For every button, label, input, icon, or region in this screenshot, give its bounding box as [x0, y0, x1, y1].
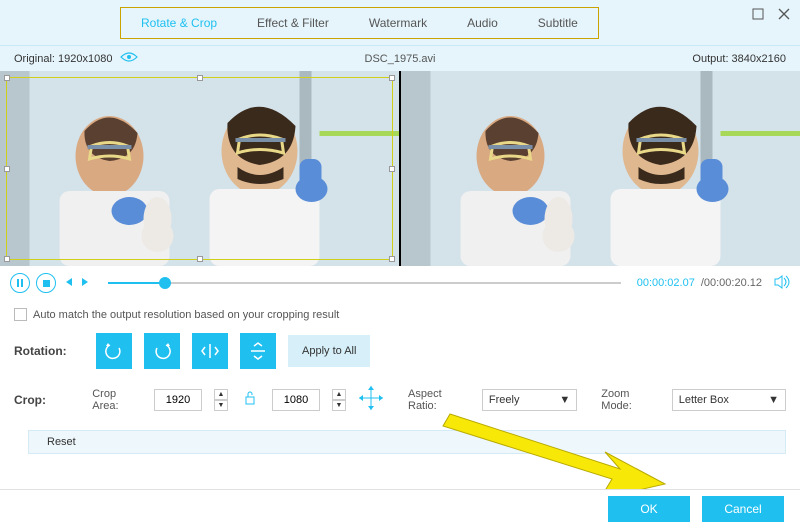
tab-rotate-crop[interactable]: Rotate & Crop	[141, 16, 217, 30]
tab-effect-filter[interactable]: Effect & Filter	[257, 16, 329, 30]
tab-subtitle[interactable]: Subtitle	[538, 16, 578, 30]
rotate-right-button[interactable]	[144, 333, 180, 369]
aspect-ratio-select[interactable]: Freely▼	[482, 389, 577, 411]
preview-eye-icon[interactable]	[120, 51, 138, 66]
crop-width-input[interactable]	[154, 389, 202, 411]
preview-area	[0, 71, 800, 266]
seek-slider[interactable]	[108, 282, 621, 284]
original-resolution-label: Original: 1920x1080	[14, 53, 112, 65]
rotation-label: Rotation:	[14, 344, 84, 358]
current-time-label: 00:00:02.07	[637, 277, 695, 289]
zoom-mode-label: Zoom Mode:	[601, 388, 659, 412]
ok-button[interactable]: OK	[608, 496, 690, 522]
minimize-button[interactable]	[752, 8, 764, 23]
close-button[interactable]	[778, 8, 790, 23]
tabs-highlight-box: Rotate & Crop Effect & Filter Watermark …	[120, 7, 599, 39]
output-preview-pane	[401, 71, 800, 266]
crop-height-spinner[interactable]: ▲▼	[332, 389, 346, 411]
aspect-ratio-label: Aspect Ratio:	[408, 388, 470, 412]
filename-label: DSC_1975.avi	[365, 53, 436, 65]
rotate-left-button[interactable]	[96, 333, 132, 369]
apply-to-all-button[interactable]: Apply to All	[288, 335, 370, 367]
automatch-label: Auto match the output resolution based o…	[33, 309, 339, 321]
info-bar: Original: 1920x1080 DSC_1975.avi Output:…	[0, 45, 800, 71]
footer: OK Cancel	[0, 489, 800, 527]
crop-width-spinner[interactable]: ▲▼	[214, 389, 228, 411]
crop-height-input[interactable]	[272, 389, 320, 411]
tab-audio[interactable]: Audio	[467, 16, 498, 30]
header: Rotate & Crop Effect & Filter Watermark …	[0, 0, 800, 45]
crop-area-label: Crop Area:	[92, 388, 142, 412]
controls-panel: Auto match the output resolution based o…	[0, 300, 800, 462]
volume-icon[interactable]	[774, 275, 790, 292]
lock-aspect-icon[interactable]	[244, 391, 256, 408]
tab-watermark[interactable]: Watermark	[369, 16, 427, 30]
next-frame-button[interactable]	[80, 276, 92, 291]
automatch-checkbox[interactable]	[14, 308, 27, 321]
stop-button[interactable]	[36, 273, 56, 293]
cancel-button[interactable]: Cancel	[702, 496, 784, 522]
zoom-mode-select[interactable]: Letter Box▼	[672, 389, 786, 411]
original-preview-pane[interactable]	[0, 71, 399, 266]
flip-vertical-button[interactable]	[240, 333, 276, 369]
prev-frame-button[interactable]	[62, 276, 74, 291]
pause-button[interactable]	[10, 273, 30, 293]
reset-button[interactable]: Reset	[28, 430, 786, 454]
crop-label: Crop:	[14, 393, 80, 407]
output-resolution-label: Output: 3840x2160	[678, 46, 800, 71]
total-time-label: /00:00:20.12	[701, 277, 762, 289]
flip-horizontal-button[interactable]	[192, 333, 228, 369]
playback-bar: 00:00:02.07/00:00:20.12	[0, 266, 800, 300]
window-controls	[752, 8, 790, 23]
position-crosshair-icon[interactable]	[358, 385, 384, 414]
